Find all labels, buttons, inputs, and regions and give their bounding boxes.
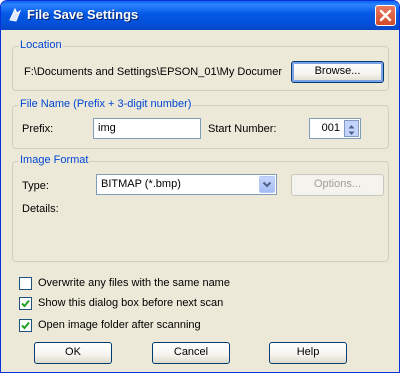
checkmark-icon [21,321,30,330]
browse-label: Browse... [314,65,361,77]
checkmark-icon [21,299,30,308]
details-label: Details: [22,203,59,215]
location-group: Location F:\Documents and Settings\EPSON… [12,39,389,91]
file-name-legend: File Name (Prefix + 3-digit number) [19,98,193,110]
app-icon [7,7,23,23]
ok-button[interactable]: OK [34,342,112,364]
window-title: File Save Settings [27,7,139,22]
location-legend: Location [19,39,63,51]
type-select-value: BITMAP (*.bmp) [101,178,181,190]
title-bar[interactable]: File Save Settings [1,1,399,30]
prefix-input[interactable]: img [93,118,201,139]
prefix-label: Prefix: [22,123,54,135]
start-number-spinner[interactable] [344,120,359,137]
file-name-group: File Name (Prefix + 3-digit number) Pref… [12,98,389,149]
options-label: Options... [313,178,362,190]
location-path: F:\Documents and Settings\EPSON_01\My Do… [24,66,282,78]
browse-button[interactable]: Browse... [291,61,384,83]
type-label: Type: [22,180,49,192]
open-folder-label: Open image folder after scanning [38,319,201,331]
overwrite-checkbox[interactable] [19,277,32,290]
spin-up-icon[interactable] [345,121,358,129]
cancel-button[interactable]: Cancel [152,342,230,364]
chevron-down-icon[interactable] [259,176,275,193]
show-dialog-label: Show this dialog box before next scan [38,297,224,309]
open-folder-checkbox[interactable] [19,319,32,332]
help-label: Help [296,346,320,358]
close-icon [379,9,392,22]
image-format-legend: Image Format [19,154,90,166]
spin-down-icon[interactable] [345,128,358,135]
help-button[interactable]: Help [269,342,347,364]
options-button[interactable]: Options... [291,174,384,196]
type-select[interactable]: BITMAP (*.bmp) [96,174,277,195]
ok-label: OK [65,346,81,358]
cancel-label: Cancel [173,346,209,358]
start-number-label: Start Number: [208,123,277,135]
show-dialog-checkbox[interactable] [19,297,32,310]
overwrite-label: Overwrite any files with the same name [38,277,230,289]
close-button[interactable] [375,5,396,26]
file-save-settings-dialog: File Save Settings Location F:\Documents… [0,0,400,373]
image-format-group: Image Format Type: BITMAP (*.bmp) Option… [12,154,389,262]
